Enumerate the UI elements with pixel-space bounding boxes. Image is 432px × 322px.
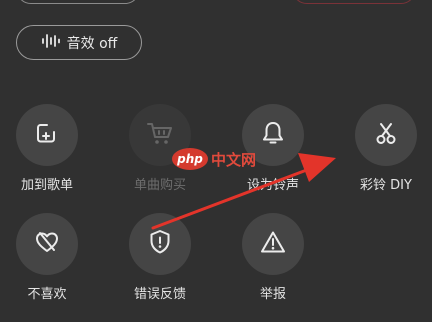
red-annotation-arrow [151,153,336,230]
